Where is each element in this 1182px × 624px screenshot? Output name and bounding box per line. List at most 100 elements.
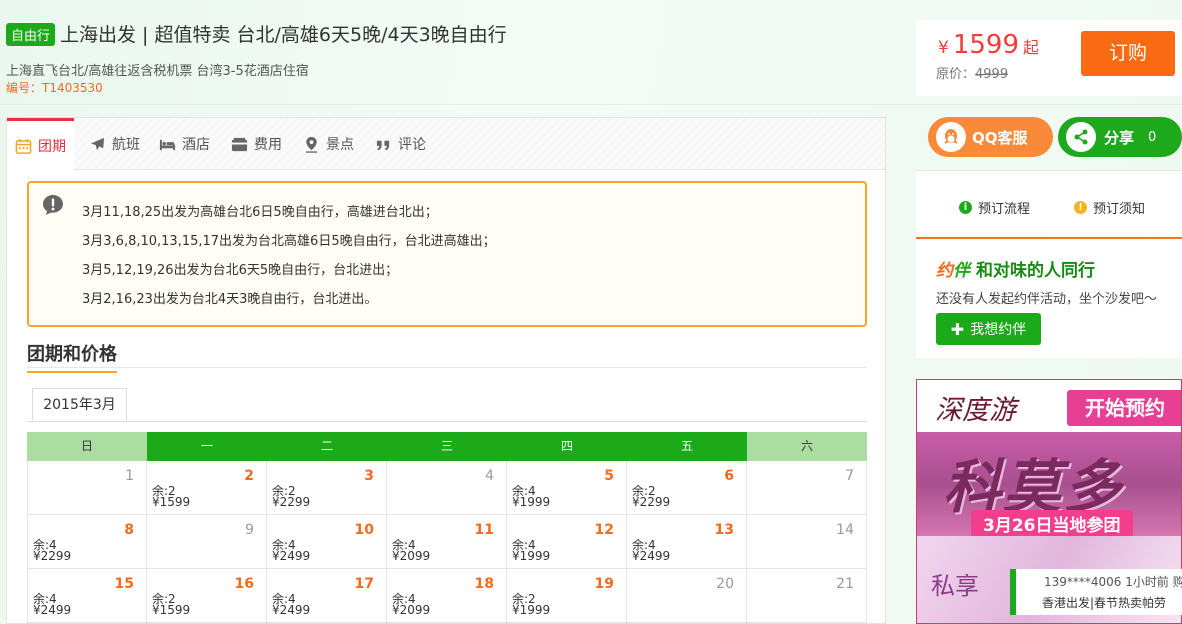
tab-schedule[interactable]: 团期: [7, 118, 74, 171]
product-code: 编号：T1403530: [6, 81, 103, 95]
calendar-icon: [15, 138, 32, 154]
calendar-day-available[interactable]: 15 余:4 ¥2499: [27, 569, 147, 623]
calendar-day-available[interactable]: 19 余:2 ¥1999: [507, 569, 627, 623]
section-divider: [27, 367, 867, 368]
day-number: 3: [364, 468, 374, 484]
notice-line: 3月2,16,23出发为台北4天3晚自由行，台北进出。: [82, 292, 378, 307]
detail-tabs: 团期 航班 酒店 费用 景点 评论: [7, 118, 885, 171]
product-title: 上海出发 | 超值特卖 台北/高雄6天5晚/4天3晚自由行: [60, 24, 507, 46]
plus-icon: ✚: [950, 319, 965, 339]
info-icon: i: [959, 201, 972, 214]
quote-icon: [376, 140, 390, 150]
calendar-day-available[interactable]: 16 余:2 ¥1599: [147, 569, 267, 623]
companion-title: 约伴 和对味的人同行: [936, 256, 1095, 281]
share-button[interactable]: 分享 0: [1058, 117, 1182, 157]
original-price-label: 原价：: [936, 67, 976, 82]
calendar-day: 4: [387, 461, 507, 515]
calendar-day-available[interactable]: 3 余:2 ¥2299: [267, 461, 387, 515]
booking-notice-link[interactable]: ! 预订须知: [1074, 198, 1145, 217]
day-number: 10: [354, 522, 374, 538]
day-number: 14: [836, 522, 854, 538]
day-price: ¥1999: [512, 495, 551, 509]
share-count: 0: [1148, 129, 1157, 145]
price-suffix: 起: [1023, 38, 1040, 57]
calendar-body: 1 2 余:2 ¥1599 3 余:2 ¥2299 4 5 余:4 ¥1999 6 余:2 ¥2299 7 8…: [27, 461, 867, 623]
booking-process-label: 预订流程: [978, 202, 1031, 217]
qq-service-button[interactable]: QQ客服: [928, 117, 1053, 157]
calendar-day: 1: [27, 461, 147, 515]
weekday-header: 五: [627, 432, 747, 461]
calendar-day: 7: [747, 461, 867, 515]
day-number: 8: [124, 522, 134, 538]
calendar-day-available[interactable]: 10 余:4 ¥2499: [267, 515, 387, 569]
qq-service-label: QQ客服: [972, 128, 1028, 147]
day-price: ¥2499: [272, 603, 311, 617]
calendar-day-available[interactable]: 18 余:4 ¥2099: [387, 569, 507, 623]
calendar-day-available[interactable]: 8 余:4 ¥2299: [27, 515, 147, 569]
exclamation-bubble-icon: [43, 195, 63, 215]
booking-notice-label: 预订须知: [1093, 202, 1146, 217]
wallet-icon: [231, 137, 248, 151]
tab-label: 航班: [112, 137, 140, 153]
day-number: 18: [474, 576, 494, 592]
day-number: 9: [245, 522, 254, 538]
promo-banner-image: 科莫多 3月26日当地参团: [917, 432, 1181, 537]
calendar-day: 20: [627, 569, 747, 623]
calendar-day-available[interactable]: 6 余:2 ¥2299: [627, 461, 747, 515]
calendar-week-row: 1 2 余:2 ¥1599 3 余:2 ¥2299 4 5 余:4 ¥1999 6 余:2 ¥2299 7: [27, 461, 867, 515]
promo-date: 3月26日当地参团: [971, 510, 1133, 537]
order-button[interactable]: 订购: [1081, 31, 1175, 76]
original-price: 原价：4999: [936, 63, 1008, 82]
tab-flight[interactable]: 航班: [89, 118, 140, 170]
day-number: 20: [716, 576, 734, 592]
plane-icon: [90, 137, 105, 150]
calendar-day-available[interactable]: 17 余:4 ¥2499: [267, 569, 387, 623]
calendar-day-available[interactable]: 13 余:4 ¥2499: [627, 515, 747, 569]
tab-hotel[interactable]: 酒店: [159, 118, 210, 170]
departure-calendar: 日 一 二 三 四 五 六 1 2 余:2 ¥1599 3 余:2 ¥2299 4 5 余:4 ¥1…: [27, 432, 867, 623]
weekday-header: 四: [507, 432, 627, 461]
day-price: ¥2299: [632, 495, 671, 509]
day-price: ¥2499: [272, 549, 311, 563]
promo-brand: 深度游: [935, 395, 1016, 426]
calendar-weekday-header: 日 一 二 三 四 五 六: [27, 432, 867, 461]
bed-icon: [159, 139, 176, 150]
price-panel: ¥1599 起 原价：4999 订购: [916, 20, 1182, 96]
calendar-day-available[interactable]: 11 余:4 ¥2099: [387, 515, 507, 569]
promo-cta[interactable]: 开始预约: [1067, 390, 1181, 426]
day-price: ¥2299: [272, 495, 311, 509]
tab-attractions[interactable]: 景点: [303, 118, 354, 170]
booking-process-link[interactable]: i 预订流程: [959, 198, 1030, 217]
find-companion-label: 我想约伴: [970, 322, 1027, 338]
promo-bottom-brand: 私享: [931, 572, 979, 600]
notice-line: 3月3,6,8,10,13,15,17出发为台北高雄6日5晚自由行，台北进高雄出…: [82, 234, 496, 249]
day-price: ¥1599: [152, 603, 191, 617]
month-tab[interactable]: 2015年3月: [32, 388, 127, 421]
calendar-day: 21: [747, 569, 867, 623]
day-number: 15: [114, 576, 134, 592]
calendar-day-available[interactable]: 2 余:2 ¥1599: [147, 461, 267, 515]
qq-penguin-icon: [936, 122, 966, 152]
calendar-week-row: 8 余:4 ¥2299 9 10 余:4 ¥2499 11 余:4 ¥2099 12 余:4 ¥1999…: [27, 515, 867, 569]
travel-companion-panel: 约伴 和对味的人同行 还没有人发起约伴活动，坐个沙发吧～ ✚ 我想约伴: [916, 237, 1182, 358]
notification-buyer: 139****4006 1小时前 购买: [1044, 575, 1182, 589]
tab-label: 评论: [398, 137, 426, 153]
day-price: ¥1999: [512, 549, 551, 563]
find-companion-button[interactable]: ✚ 我想约伴: [936, 313, 1041, 345]
day-number: 1: [125, 468, 134, 484]
yueban-logo: 约伴: [936, 261, 970, 281]
calendar-week-row: 15 余:4 ¥2499 16 余:2 ¥1599 17 余:4 ¥2499 18 余:4 ¥2099…: [27, 569, 867, 623]
day-number: 13: [714, 522, 734, 538]
tab-reviews[interactable]: 评论: [375, 118, 426, 170]
tab-cost[interactable]: 费用: [231, 118, 282, 170]
day-number: 16: [234, 576, 254, 592]
original-price-value: 4999: [975, 67, 1009, 82]
companion-empty-text: 还没有人发起约伴活动，坐个沙发吧～: [936, 292, 1158, 307]
calendar-day-available[interactable]: 12 余:4 ¥1999: [507, 515, 627, 569]
day-price: ¥2499: [33, 603, 72, 617]
product-subtitle: 上海直飞台北/高雄往返含税机票 台湾3-5花酒店住宿: [6, 64, 309, 79]
day-price: ¥2099: [392, 603, 431, 617]
weekday-header: 三: [387, 432, 507, 461]
calendar-day-available[interactable]: 5 余:4 ¥1999: [507, 461, 627, 515]
notice-line: 3月5,12,19,26出发为台北6天5晚自由行，台北进出；: [82, 263, 399, 278]
